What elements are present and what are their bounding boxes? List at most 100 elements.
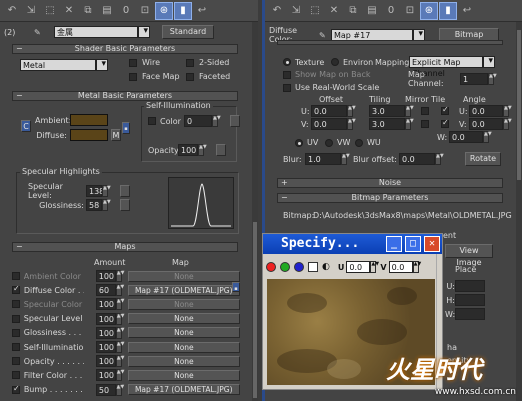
map-slot-amount[interactable]: 60 [95,284,116,297]
go-parent-icon[interactable]: ▮ [174,1,192,20]
w-angle-value[interactable]: 0.0 [449,131,483,143]
specify-v-value[interactable]: 0.0 [388,261,413,273]
self-illum-map-button[interactable] [230,115,240,127]
blur-offset-value[interactable]: 0.0 [399,153,435,165]
left-scroll-thumb[interactable] [253,222,257,398]
map-slot-checkbox[interactable] [12,284,20,295]
material-type-button[interactable]: Standard [162,25,214,39]
map-slot-checkbox[interactable] [12,343,20,351]
face-map-checkbox[interactable] [129,72,137,81]
specify-title-bar[interactable]: Specify... _ □ ✕ [263,234,442,254]
blue-channel-icon[interactable] [294,262,304,272]
show-map-icon[interactable]: ⊡ [401,2,419,20]
map-channel-value[interactable]: 1 [460,73,488,85]
undo-icon[interactable]: ↶ [3,2,21,20]
self-illum-color-checkbox[interactable] [148,117,156,125]
u-angle-value[interactable]: 0.0 [469,105,503,117]
map-slot-spinner[interactable]: ▲▼ [115,383,124,396]
place-h-field[interactable] [455,294,485,306]
u-tiling-value[interactable]: 3.0 [369,105,405,117]
map-slot-spinner[interactable]: ▲▼ [115,355,124,368]
shader-rollout[interactable]: − Shader Basic Parameters [12,44,238,54]
wu-radio[interactable] [355,138,363,147]
minimize-icon[interactable]: _ [386,236,402,252]
material-effects-icon[interactable]: 0 [382,2,400,20]
ambient-color-swatch[interactable] [70,114,108,126]
glossiness-map-button[interactable] [120,199,130,211]
u-offset-spinner[interactable]: ▲▼ [347,105,356,117]
make-unique-icon[interactable]: ⧉ [344,2,362,20]
v-tiling-spinner[interactable]: ▲▼ [405,118,414,130]
map-slot-amount[interactable]: 50 [95,383,116,396]
map-slot-button[interactable]: None [127,355,240,367]
w-angle-spinner[interactable]: ▲▼ [483,131,492,143]
map-slot-spinner[interactable]: ▲▼ [115,326,124,339]
mapping-dropdown[interactable] [483,56,495,68]
mapping-field[interactable]: Explicit Map Channel [409,56,483,78]
map-slot-amount[interactable]: 100 [95,298,116,311]
spec-level-map-button[interactable] [120,185,130,197]
delete-icon[interactable]: ✕ [60,2,78,20]
opacity-value[interactable]: 100 [178,144,198,156]
map-slot-amount[interactable]: 100 [95,369,116,382]
diffuse-color-swatch[interactable] [70,129,108,141]
eyedropper-icon[interactable]: ✎ [319,31,331,40]
undo-icon[interactable]: ↶ [268,2,286,20]
map-slot-checkbox[interactable] [12,272,20,280]
right-scroll-thumb[interactable] [517,30,521,180]
show-map-icon[interactable]: ⊡ [136,2,154,20]
wire-checkbox[interactable] [129,58,137,67]
map-slot-spinner[interactable]: ▲▼ [115,312,124,325]
lock-ambient-diffuse-button[interactable]: C [21,120,31,132]
metal-rollout[interactable]: − Metal Basic Parameters [12,91,238,101]
map-slot-button[interactable]: None [127,327,240,339]
vw-radio[interactable] [325,138,333,147]
map-slot-checkbox[interactable] [12,371,20,380]
assign-material-icon[interactable]: ⬚ [41,2,59,20]
faceted-checkbox[interactable] [186,72,194,81]
map-slot-amount[interactable]: 100 [95,355,116,368]
map-slot-checkbox[interactable] [12,314,20,323]
map-slot-button[interactable]: None [127,298,240,310]
self-illum-value[interactable]: 0 [184,115,212,127]
u-tiling-spinner[interactable]: ▲▼ [405,105,414,117]
opacity-map-button[interactable] [216,144,226,156]
map-slot-spinner[interactable]: ▲▼ [115,369,124,382]
shader-type-field[interactable]: Metal [20,59,96,71]
v-offset-value[interactable]: 0.0 [311,118,347,130]
map-slot-amount[interactable]: 100 [95,312,116,325]
diffuse-map-button[interactable]: M [111,129,121,141]
environ-radio[interactable] [331,58,339,66]
blur-value[interactable]: 1.0 [305,153,341,165]
place-u-field[interactable] [455,280,485,292]
texture-radio[interactable] [283,58,291,66]
map-slot-button[interactable]: None [127,313,240,325]
map-slot-amount[interactable]: 100 [95,326,116,339]
right-scrollbar[interactable] [516,22,522,401]
material-effects-icon[interactable]: 0 [117,2,135,20]
map-slot-checkbox[interactable] [12,300,20,309]
self-illum-spinner[interactable]: ▲▼ [212,115,221,127]
map-slot-spinner[interactable]: ▲▼ [115,270,124,282]
bitmap-path[interactable]: D:\Autodesk\3dsMax8\maps\Metal\OLDMETAL.… [313,211,512,220]
map-slot-checkbox[interactable] [12,328,20,337]
put-to-scene-icon[interactable]: ⇲ [287,2,305,20]
u-offset-value[interactable]: 0.0 [311,105,347,117]
v-offset-spinner[interactable]: ▲▼ [347,118,356,130]
map-slot-amount[interactable]: 100 [95,341,116,353]
real-world-checkbox[interactable] [283,83,291,92]
red-channel-icon[interactable] [266,262,276,272]
noise-rollout[interactable]: + Noise [277,178,503,188]
map-slot-button[interactable]: None [127,369,240,381]
put-to-library-icon[interactable]: ▤ [363,2,381,20]
make-unique-icon[interactable]: ⧉ [79,2,97,20]
map-slot-checkbox[interactable] [12,357,20,366]
go-forward-icon[interactable]: ↩ [193,2,211,20]
maps-scroll-button[interactable]: ▪ [232,282,240,292]
blur-offset-spinner[interactable]: ▲▼ [435,153,444,165]
spec-level-value[interactable]: 138 [86,185,104,197]
view-image-button[interactable]: View Image [445,244,493,267]
material-name-field[interactable]: 金属 [54,26,138,38]
spec-level-spinner[interactable]: ▲▼ [102,185,111,197]
maximize-icon[interactable]: □ [405,236,421,252]
